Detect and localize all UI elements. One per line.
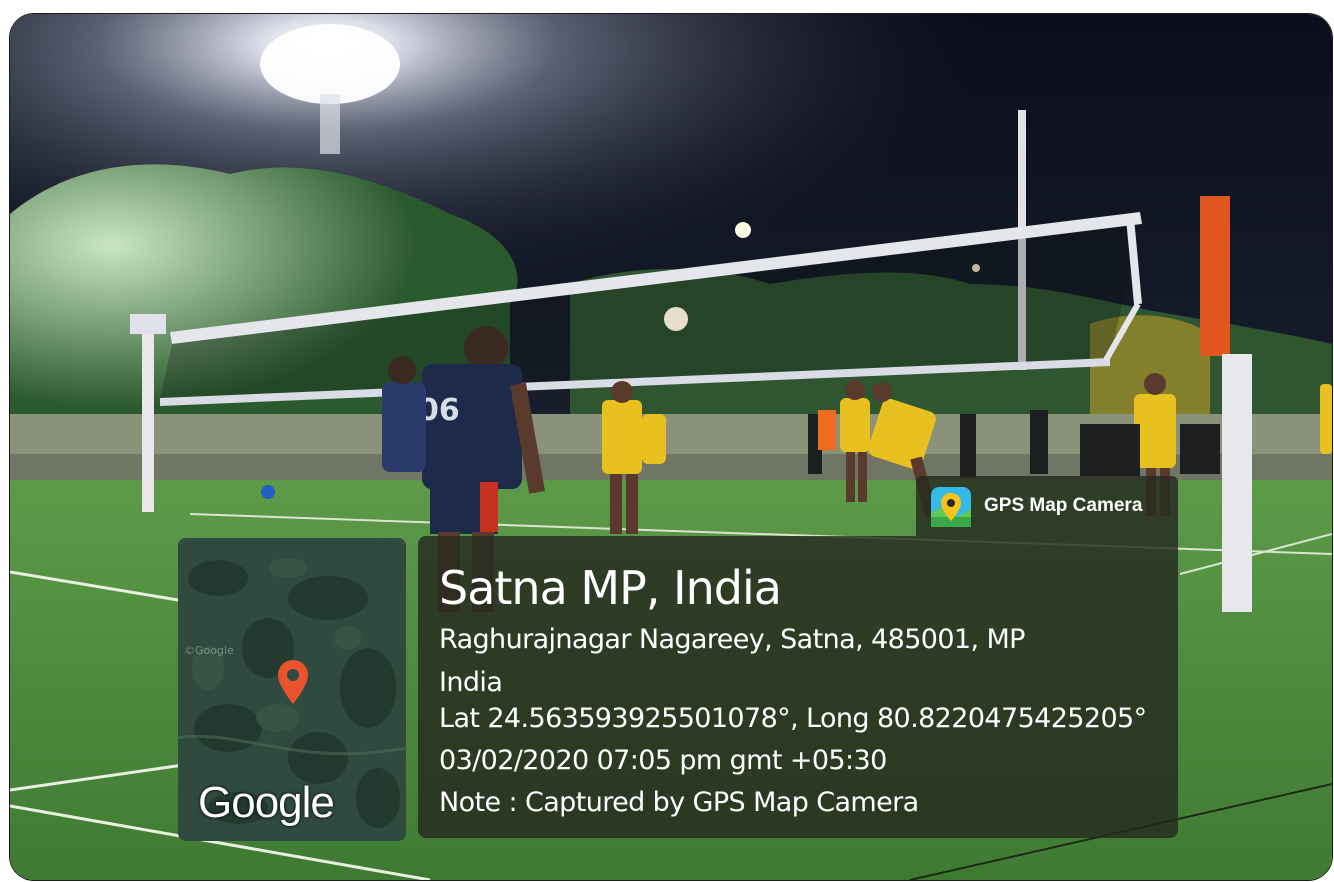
map-attribution: ©Google — [184, 644, 234, 657]
note-text: Note : Captured by GPS Map Camera — [439, 787, 919, 818]
address-line-1: Raghurajnagar Nagareey, Satna, 485001, M… — [439, 624, 1025, 655]
google-logo: Google — [198, 778, 335, 827]
address-line-2: India — [439, 667, 503, 698]
location-pin-icon — [278, 660, 308, 704]
gps-map-camera-app-icon — [931, 487, 971, 527]
location-title: Satna MP, India — [439, 561, 782, 615]
app-badge: GPS Map Camera — [916, 476, 1178, 536]
datetime-text: 03/02/2020 07:05 pm gmt +05:30 — [439, 745, 887, 776]
coordinates-text: Lat 24.563593925501078°, Long 80.8220475… — [439, 703, 1147, 734]
app-name: GPS Map Camera — [984, 495, 1143, 516]
photo-frame: 06 ©Google Google GPS Map Camera Satna M… — [10, 14, 1332, 880]
location-info-panel: Satna MP, India Raghurajnagar Nagareey, … — [418, 536, 1178, 838]
map-thumbnail[interactable]: ©Google Google — [178, 538, 406, 841]
